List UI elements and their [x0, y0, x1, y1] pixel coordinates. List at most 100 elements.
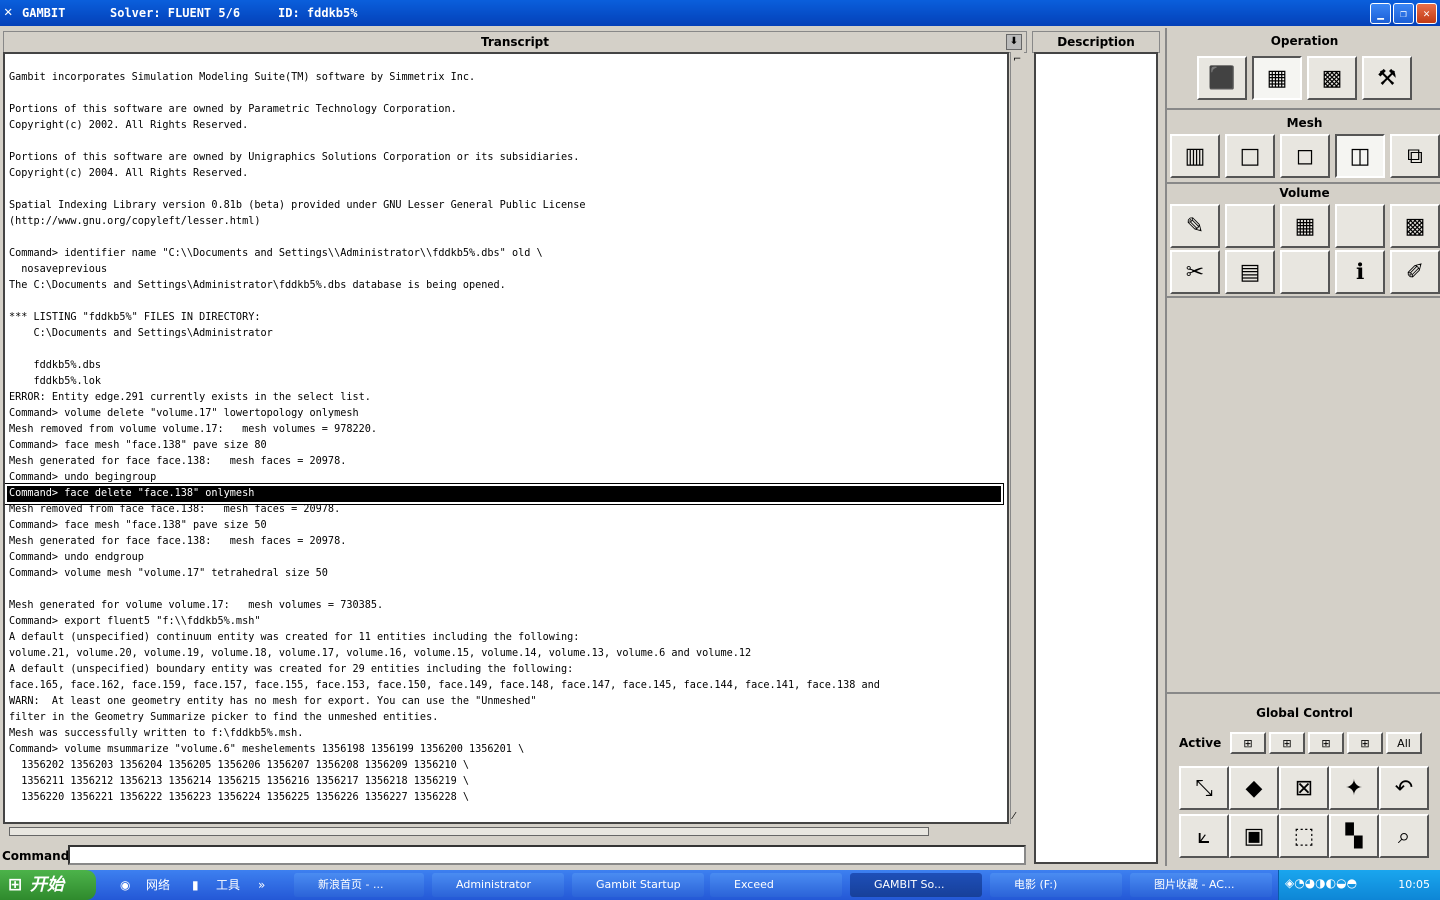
- minimize-button[interactable]: ▁: [1370, 3, 1391, 24]
- set-element-type-icon[interactable]: ✂: [1170, 250, 1220, 294]
- render-model-icon[interactable]: ⬚: [1279, 814, 1329, 858]
- folder-icon[interactable]: ▮: [192, 873, 199, 897]
- quick-tools[interactable]: 工具: [216, 873, 240, 897]
- transcript-line: Command> volume msummarize "volume.6" me…: [9, 744, 525, 755]
- transcript-line: A default (unspecified) continuum entity…: [9, 632, 580, 643]
- graphics-window-2-button[interactable]: ⊞: [1269, 732, 1305, 754]
- mesh-operation-icon[interactable]: ▦: [1252, 56, 1302, 100]
- edge-mesh-icon[interactable]: □: [1225, 134, 1275, 178]
- scroll-top-icon[interactable]: ⌐: [1013, 54, 1021, 65]
- blank-button[interactable]: [1225, 204, 1275, 248]
- transcript-line: fddkb5%.lok: [9, 376, 102, 387]
- app-icon: ✕: [4, 4, 13, 20]
- volume-label: Volume: [1279, 186, 1330, 200]
- graphics-window-1-button[interactable]: ⊞: [1230, 732, 1266, 754]
- scroll-bottom-icon[interactable]: ⁄: [1013, 811, 1015, 822]
- select-pivot-icon[interactable]: ◆: [1229, 766, 1279, 810]
- restore-button[interactable]: ❐: [1393, 3, 1414, 24]
- boundary-layer-icon[interactable]: ▥: [1170, 134, 1220, 178]
- link-volume-meshes-icon[interactable]: ▦: [1280, 204, 1330, 248]
- color-mode-icon[interactable]: ▚: [1329, 814, 1379, 858]
- transcript-line: Copyright(c) 2004. All Rights Reserved.: [9, 168, 249, 179]
- orient-model-icon[interactable]: ⊠: [1279, 766, 1329, 810]
- windows-logo-icon: ⊞: [8, 875, 23, 895]
- separator: [1167, 296, 1440, 298]
- close-button[interactable]: ✕: [1416, 3, 1437, 24]
- transcript-line: Mesh was successfully written to f:\fddk…: [9, 728, 304, 739]
- smooth-volume-mesh-icon[interactable]: ▩: [1390, 204, 1440, 248]
- horizontal-scroll-thumb[interactable]: [9, 827, 929, 836]
- tools-icon[interactable]: ⚒: [1362, 56, 1412, 100]
- display-attributes-icon[interactable]: ▣: [1229, 814, 1279, 858]
- command-row: Command:: [0, 843, 1030, 865]
- separator: [1167, 108, 1440, 110]
- app-title: GAMBIT: [22, 6, 66, 20]
- axes-icon[interactable]: ⟀: [1179, 814, 1229, 858]
- quick-network[interactable]: 网络: [146, 873, 170, 897]
- geometry-icon[interactable]: ⬛: [1197, 56, 1247, 100]
- separator: [1167, 692, 1440, 694]
- transcript-line: Command> face delete "face.138" onlymesh: [5, 484, 1003, 504]
- start-button[interactable]: ⊞ 开始: [0, 870, 96, 900]
- volume-quality-icon[interactable]: ▤: [1225, 250, 1275, 294]
- solver-label: Solver: FLUENT 5/6: [110, 6, 241, 20]
- graphics-window-4-button[interactable]: ⊞: [1347, 732, 1383, 754]
- transcript-panel[interactable]: Gambit incorporates Simulation Modeling …: [3, 52, 1009, 824]
- task-administrator[interactable]: Administrator: [432, 873, 564, 897]
- transcript-line: Command> face mesh "face.138" pave size …: [9, 440, 267, 451]
- command-label: Command:: [2, 849, 75, 863]
- transcript-line: 1356202 1356203 1356204 1356205 1356206 …: [9, 760, 470, 771]
- task-pictures[interactable]: 图片收藏 - AC...: [1130, 873, 1272, 897]
- undo-icon[interactable]: ↶: [1379, 766, 1429, 810]
- blank-button[interactable]: [1280, 250, 1330, 294]
- volume-mesh-icon[interactable]: ◫: [1335, 134, 1385, 178]
- id-label: ID: fddkb5%: [278, 6, 358, 20]
- mesh-volumes-icon[interactable]: ✎: [1170, 204, 1220, 248]
- transcript-line: Command> volume delete "volume.17" lower…: [9, 408, 359, 419]
- task-movies[interactable]: 电影 (F:): [990, 873, 1122, 897]
- transcript-line: Command> identifier name "C:\\Documents …: [9, 248, 543, 259]
- vertical-scrollbar[interactable]: ⌐ ⁄: [1010, 52, 1024, 824]
- group-mesh-icon[interactable]: ⧉: [1390, 134, 1440, 178]
- task-gambit-startup[interactable]: Gambit Startup: [572, 873, 704, 897]
- transcript-line: The C:\Documents and Settings\Administra…: [9, 280, 506, 291]
- transcript-line: Mesh generated for face face.138: mesh f…: [9, 536, 347, 547]
- face-mesh-icon[interactable]: ◻: [1280, 134, 1330, 178]
- all-windows-button[interactable]: All: [1386, 732, 1422, 754]
- summarize-info-icon[interactable]: ℹ: [1335, 250, 1385, 294]
- transcript-line: Command> undo endgroup: [9, 552, 144, 563]
- ie-icon[interactable]: ◉: [120, 873, 130, 897]
- collapse-arrow-icon[interactable]: ⬇: [1006, 34, 1022, 50]
- chevron-icon[interactable]: »: [258, 873, 265, 897]
- lighting-icon[interactable]: ✦: [1329, 766, 1379, 810]
- transcript-line: [9, 342, 1001, 358]
- transcript-line: Command> export fluent5 "f:\\fddkb5%.msh…: [9, 616, 261, 627]
- taskbar: ⊞ 开始 ◉ 网络 ▮ 工具 » 新浪首页 - ... Administrator…: [0, 870, 1440, 900]
- start-label: 开始: [30, 875, 64, 895]
- task-sina[interactable]: 新浪首页 - ...: [294, 873, 424, 897]
- task-exceed[interactable]: Exceed: [710, 873, 842, 897]
- task-gambit[interactable]: GAMBIT So...: [850, 873, 982, 897]
- transcript-line: [9, 54, 1001, 70]
- blank-button[interactable]: [1335, 204, 1385, 248]
- transcript-line: Spatial Indexing Library version 0.81b (…: [9, 200, 586, 211]
- transcript-line: 1356211 1356212 1356213 1356214 1356215 …: [9, 776, 470, 787]
- command-input[interactable]: [68, 845, 1026, 865]
- operation-label: Operation: [1270, 34, 1339, 48]
- examine-mesh-icon[interactable]: ⌕: [1379, 814, 1429, 858]
- horizontal-scrollbar[interactable]: [3, 826, 1009, 838]
- delete-mesh-icon[interactable]: ✐: [1390, 250, 1440, 294]
- tray-icons[interactable]: ◈◔◕◑◐◒◓: [1285, 876, 1357, 890]
- zones-icon[interactable]: ▩: [1307, 56, 1357, 100]
- transcript-line: face.165, face.162, face.159, face.157, …: [9, 680, 880, 691]
- mesh-label: Mesh: [1286, 116, 1323, 130]
- transcript-line: [9, 86, 1001, 102]
- transcript-line: WARN: At least one geometry entity has n…: [9, 696, 537, 707]
- fit-to-window-icon[interactable]: ⤡: [1179, 766, 1229, 810]
- transcript-line: nosaveprevious: [9, 264, 108, 275]
- transcript-line: fddkb5%.dbs: [9, 360, 102, 371]
- graphics-window-3-button[interactable]: ⊞: [1308, 732, 1344, 754]
- transcript-line: Mesh generated for face face.138: mesh f…: [9, 456, 347, 467]
- title-bar: ✕ GAMBIT Solver: FLUENT 5/6 ID: fddkb5% …: [0, 0, 1440, 26]
- transcript-title: Transcript: [480, 35, 550, 49]
